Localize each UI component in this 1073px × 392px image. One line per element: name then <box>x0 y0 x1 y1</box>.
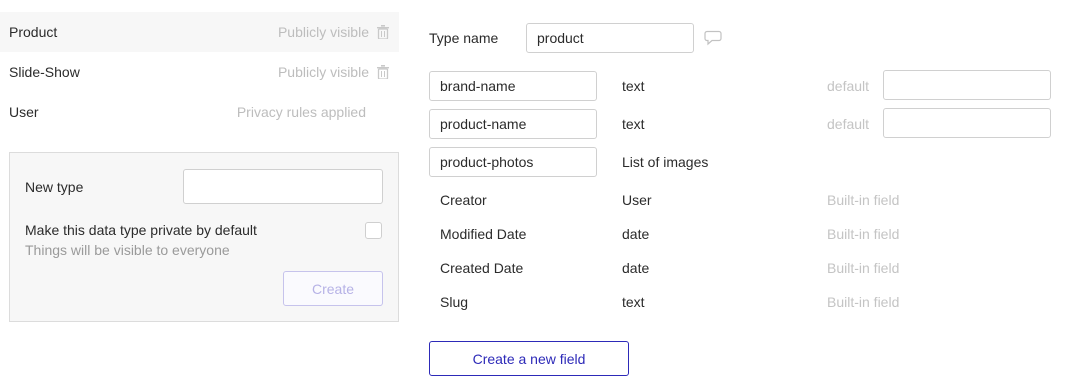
private-by-default-label: Make this data type private by default <box>25 222 257 238</box>
type-item-slide-show[interactable]: Slide-Show Publicly visible <box>0 52 399 92</box>
new-type-label: New type <box>25 179 84 195</box>
type-item-privacy: Publicly visible <box>277 64 369 80</box>
field-default-label: default <box>827 78 870 94</box>
field-default-input[interactable] <box>883 70 1051 100</box>
builtin-field-note: Built-in field <box>827 294 900 310</box>
builtin-field-note: Built-in field <box>827 192 900 208</box>
field-name-input[interactable] <box>429 147 597 177</box>
field-name: Slug <box>440 294 469 310</box>
field-default-label: default <box>827 116 870 132</box>
new-type-input[interactable] <box>183 169 383 204</box>
type-item-name: Slide-Show <box>9 64 80 80</box>
field-row-brand-name: text default <box>429 70 1051 101</box>
field-name-input[interactable] <box>429 109 597 139</box>
field-type: List of images <box>622 154 709 170</box>
field-default-input[interactable] <box>883 108 1051 138</box>
trash-icon[interactable] <box>377 25 389 39</box>
field-type: date <box>622 226 650 242</box>
type-item-user[interactable]: User Privacy rules applied <box>0 92 399 132</box>
builtin-field-row-slug: Slug text Built-in field <box>429 287 1051 317</box>
builtin-field-note: Built-in field <box>827 226 900 242</box>
field-name: Created Date <box>440 260 524 276</box>
private-by-default-checkbox[interactable] <box>365 222 382 239</box>
field-name: Modified Date <box>440 226 527 242</box>
field-row-product-name: text default <box>429 108 1051 139</box>
field-type: text <box>622 294 645 310</box>
create-type-button[interactable]: Create <box>283 271 383 306</box>
new-type-panel: New type Make this data type private by … <box>9 152 399 322</box>
type-name-input[interactable] <box>526 23 694 53</box>
field-type: User <box>622 192 652 208</box>
type-item-name: Product <box>9 24 58 40</box>
field-name: Creator <box>440 192 487 208</box>
field-type: text <box>622 78 645 94</box>
field-type: text <box>622 116 645 132</box>
field-row-product-photos: List of images <box>429 147 1051 177</box>
type-item-privacy: Publicly visible <box>277 24 369 40</box>
trash-icon[interactable] <box>377 65 389 79</box>
builtin-field-note: Built-in field <box>827 260 900 276</box>
field-name-input[interactable] <box>429 71 597 101</box>
comment-icon[interactable] <box>704 30 722 46</box>
type-item-name: User <box>9 104 39 120</box>
create-new-field-button[interactable]: Create a new field <box>429 341 629 376</box>
builtin-field-row-creator: Creator User Built-in field <box>429 185 1051 215</box>
type-item-product[interactable]: Product Publicly visible <box>0 12 399 52</box>
type-name-label: Type name <box>429 30 499 46</box>
builtin-field-row-modified-date: Modified Date date Built-in field <box>429 219 1051 249</box>
field-type: date <box>622 260 650 276</box>
builtin-field-row-created-date: Created Date date Built-in field <box>429 253 1051 283</box>
data-types-list: Product Publicly visible Slide-Show Publ… <box>0 12 399 132</box>
type-item-privacy: Privacy rules applied <box>236 104 366 120</box>
private-by-default-sublabel: Things will be visible to everyone <box>25 242 230 258</box>
